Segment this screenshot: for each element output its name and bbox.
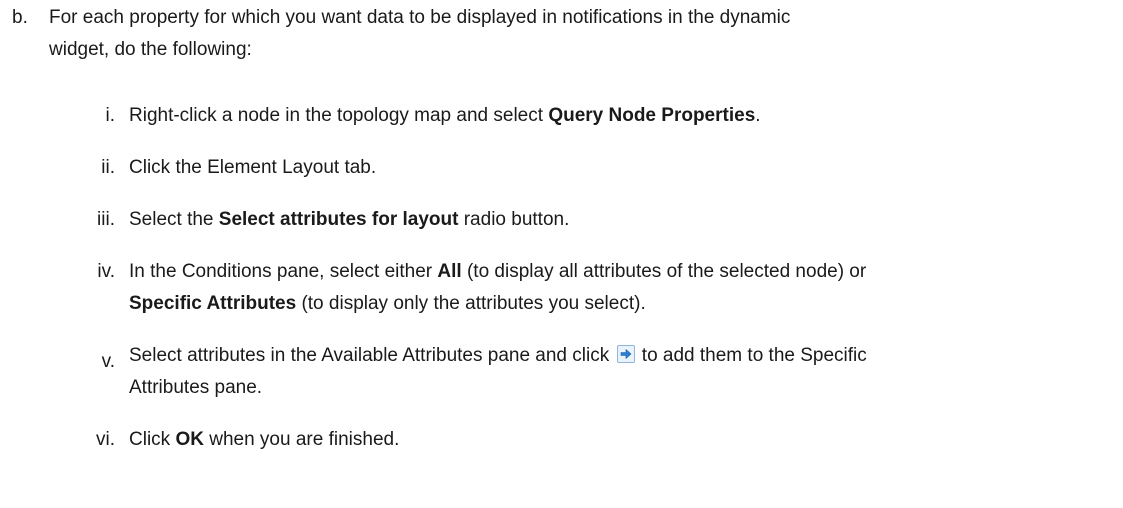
add-arrow-icon-graphic xyxy=(616,345,635,363)
substep-marker: ii. xyxy=(101,157,115,178)
substep-text: Click the Element Layout tab. xyxy=(129,157,377,178)
substep-text: Select the Select attributes for layout … xyxy=(129,204,1109,236)
substep-text: Click OK when you are finished. xyxy=(129,424,1109,456)
document-page: b. For each property for which you want … xyxy=(0,0,1123,508)
ui-label-query-node-properties: Query Node Properties xyxy=(548,105,756,126)
add-arrow-icon[interactable] xyxy=(616,342,635,363)
text-run: In the Conditions pane, select either xyxy=(129,261,438,282)
text-run: to add them to the Specific xyxy=(636,345,867,366)
text-run: Select the xyxy=(129,209,219,230)
substep-marker: v. xyxy=(101,351,115,372)
substep-text: Select attributes in the Available Attri… xyxy=(129,340,1109,404)
text-run: Click xyxy=(129,429,176,450)
substep-line-2: Attributes pane. xyxy=(129,377,263,398)
substep-marker: i. xyxy=(105,105,116,126)
text-run: (to display all attributes of the select… xyxy=(461,261,867,282)
substep-iii: iii. Select the Select attributes for la… xyxy=(0,204,1123,236)
substep-line-2: Specific Attributes (to display only the… xyxy=(129,288,1109,320)
text-run: when you are finished. xyxy=(203,429,400,450)
ui-label-ok: OK xyxy=(175,429,204,450)
text-run: . xyxy=(755,105,761,126)
substep-marker: iii. xyxy=(97,209,115,230)
substep-vi: vi. Click OK when you are finished. xyxy=(0,424,1123,456)
substep-iv: iv. In the Conditions pane, select eithe… xyxy=(0,256,1123,320)
ui-label-select-attributes-for-layout: Select attributes for layout xyxy=(218,209,459,230)
step-text: For each property for which you want dat… xyxy=(49,2,1049,66)
substep-line-1: Select attributes in the Available Attri… xyxy=(129,340,1109,372)
substep-i: i. Right-click a node in the topology ma… xyxy=(0,100,1123,132)
substep-line-1: In the Conditions pane, select either Al… xyxy=(129,256,1109,288)
substep-marker: iv. xyxy=(97,261,115,282)
substep-marker: vi. xyxy=(96,429,115,450)
step-text-line-1: For each property for which you want dat… xyxy=(49,7,791,28)
substep-text: In the Conditions pane, select either Al… xyxy=(129,256,1109,320)
step-text-line-2: widget, do the following: xyxy=(49,39,252,60)
ui-label-specific-attributes: Specific Attributes xyxy=(129,293,297,314)
substep-ii: ii. Click the Element Layout tab. xyxy=(0,152,1123,184)
text-run: Right-click a node in the topology map a… xyxy=(129,105,549,126)
substep-text: Right-click a node in the topology map a… xyxy=(129,100,1109,132)
substep-v: v. Select attributes in the Available At… xyxy=(0,340,1123,404)
text-run: radio button. xyxy=(458,209,570,230)
step-b: b. For each property for which you want … xyxy=(0,2,1123,66)
text-run: (to display only the attributes you sele… xyxy=(296,293,646,314)
step-marker: b. xyxy=(12,7,28,28)
text-run: Select attributes in the Available Attri… xyxy=(129,345,615,366)
ui-label-all: All xyxy=(437,261,462,282)
